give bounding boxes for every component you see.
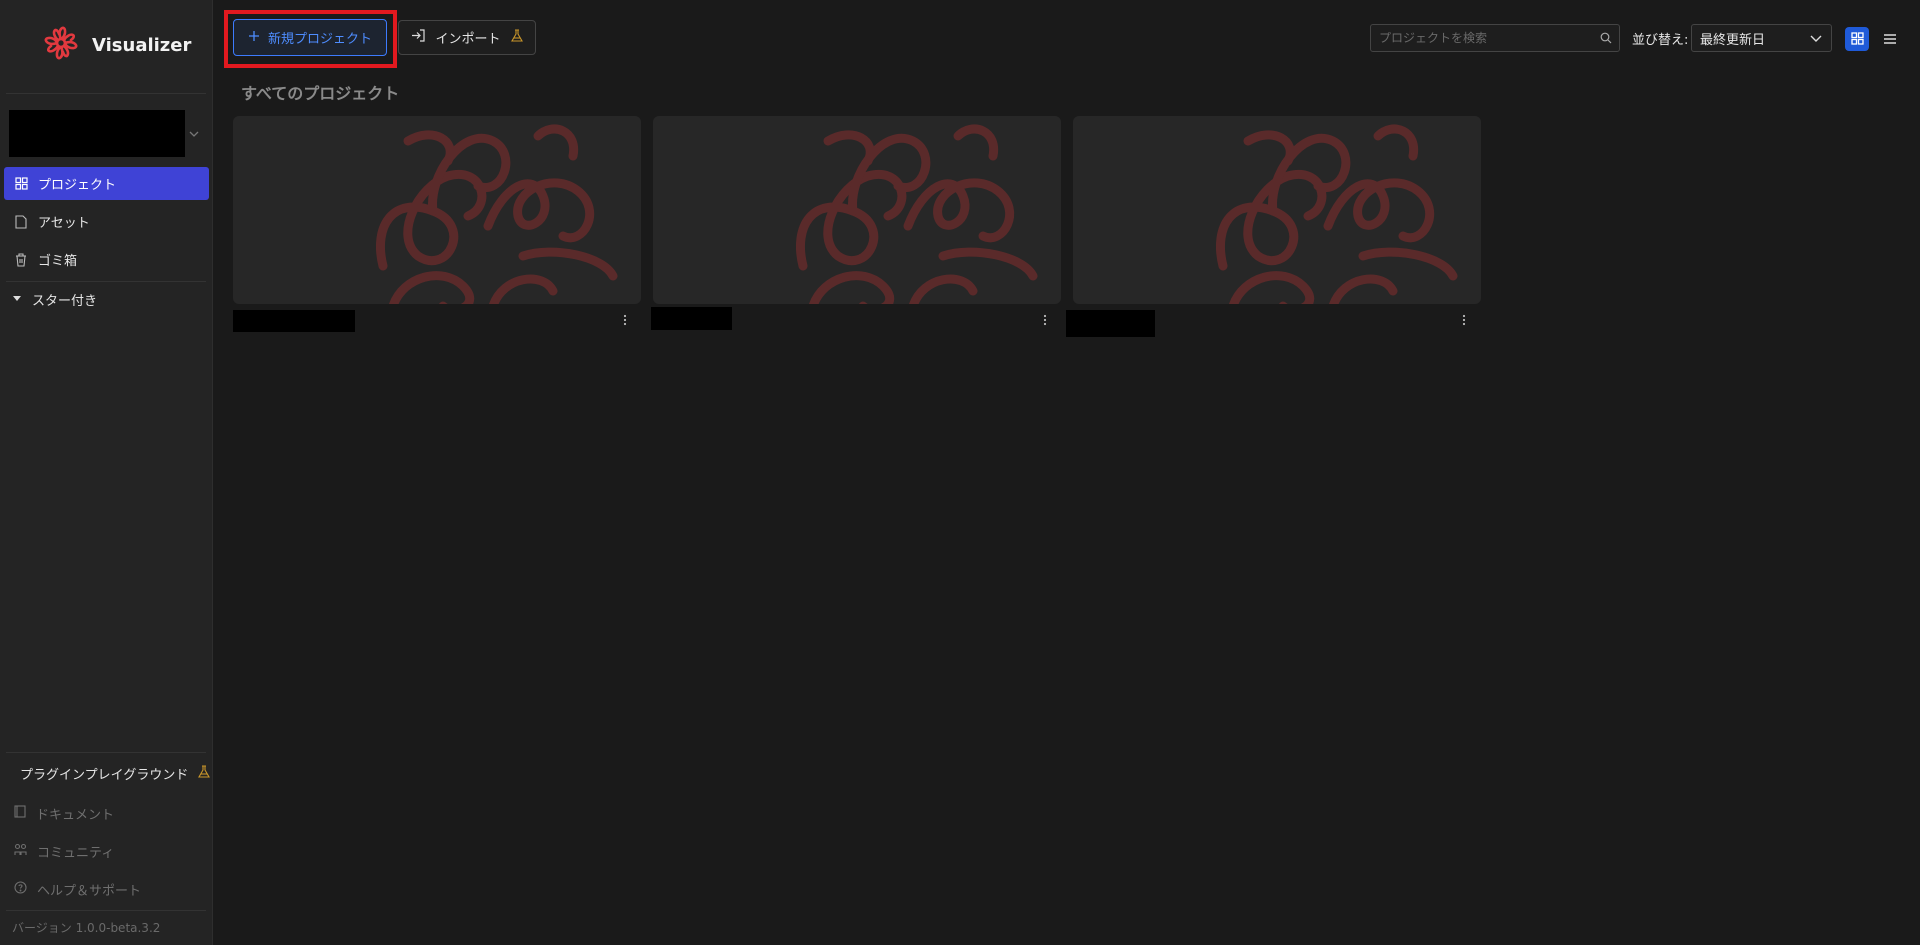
chevron-down-icon[interactable] [188, 128, 200, 140]
import-icon [411, 29, 426, 46]
project-card[interactable] [233, 116, 641, 304]
sidebar-item-trash[interactable]: ゴミ箱 [4, 243, 209, 276]
community-icon [14, 843, 27, 860]
sidebar-item-label: ヘルプ＆サポート [37, 883, 142, 899]
team-selector[interactable] [9, 110, 185, 157]
project-thumbnail [375, 124, 618, 304]
flask-icon [198, 764, 211, 783]
file-icon [14, 214, 28, 229]
sidebar-item-label: ドキュメント [36, 807, 115, 823]
flask-icon [510, 28, 523, 47]
chevron-down-icon [1809, 31, 1823, 49]
starred-section-toggle[interactable]: スター付き [12, 290, 97, 309]
more-vertical-icon[interactable] [1037, 310, 1053, 330]
project-card[interactable] [653, 116, 1061, 304]
divider [6, 93, 206, 94]
list-icon [1883, 30, 1897, 49]
playground-label: プラグインプレイグラウンド [20, 768, 189, 783]
sidebar-item-label: プロジェクト [38, 178, 117, 193]
sidebar-item-label: アセット [38, 216, 90, 231]
list-view-toggle[interactable] [1878, 27, 1902, 51]
plugin-playground-link[interactable]: プラグインプレイグラウンド [20, 764, 211, 783]
plus-icon [248, 30, 260, 46]
divider [6, 910, 206, 911]
grid-icon [1850, 30, 1864, 49]
project-name[interactable] [233, 310, 355, 332]
sidebar-item-projects[interactable]: プロジェクト [4, 167, 209, 200]
sidebar: Visualizer プロジェクト アセット ゴミ箱 スター付き プラグインプレ… [0, 0, 213, 945]
book-icon [14, 804, 26, 822]
divider [6, 752, 206, 753]
grid-view-toggle[interactable] [1845, 27, 1869, 51]
sidebar-item-documents[interactable]: ドキュメント [4, 798, 209, 828]
search-input[interactable] [1379, 31, 1593, 45]
new-project-button[interactable]: 新規プロジェクト [233, 19, 387, 56]
sidebar-item-community[interactable]: コミュニティ [4, 836, 209, 866]
more-vertical-icon[interactable] [617, 310, 633, 330]
sidebar-item-assets[interactable]: アセット [4, 205, 209, 238]
sidebar-item-label: コミュニティ [37, 845, 115, 861]
section-title: すべてのプロジェクト [241, 84, 400, 103]
app-logo[interactable]: Visualizer [40, 22, 191, 68]
project-card[interactable] [1073, 116, 1481, 304]
app-name: Visualizer [92, 34, 192, 56]
visualizer-logo-icon [40, 21, 82, 69]
sidebar-item-label: ゴミ箱 [38, 254, 78, 269]
project-name[interactable] [651, 307, 732, 330]
project-thumbnail [1215, 124, 1458, 304]
import-button[interactable]: インポート [398, 20, 536, 55]
search-icon[interactable] [1593, 32, 1619, 44]
grid-icon [14, 177, 28, 191]
import-label: インポート [435, 32, 501, 47]
new-project-label: 新規プロジェクト [267, 32, 372, 47]
version-label: バージョン 1.0.0-beta.3.2 [12, 921, 161, 935]
sort-value: 最終更新日 [1700, 32, 1766, 48]
trash-icon [14, 252, 28, 267]
sort-label: 並び替え: [1632, 33, 1689, 48]
caret-down-icon [12, 292, 22, 307]
help-icon [14, 880, 27, 898]
more-vertical-icon[interactable] [1456, 310, 1472, 330]
sidebar-item-help[interactable]: ヘルプ＆サポート [4, 874, 209, 904]
sort-dropdown[interactable]: 最終更新日 [1691, 24, 1832, 52]
divider [6, 281, 206, 282]
project-name[interactable] [1066, 310, 1155, 337]
starred-label: スター付き [32, 294, 98, 309]
project-thumbnail [795, 124, 1038, 304]
app-window: Visualizer プロジェクト アセット ゴミ箱 スター付き プラグインプレ… [0, 0, 1920, 945]
search-box[interactable] [1370, 24, 1620, 52]
